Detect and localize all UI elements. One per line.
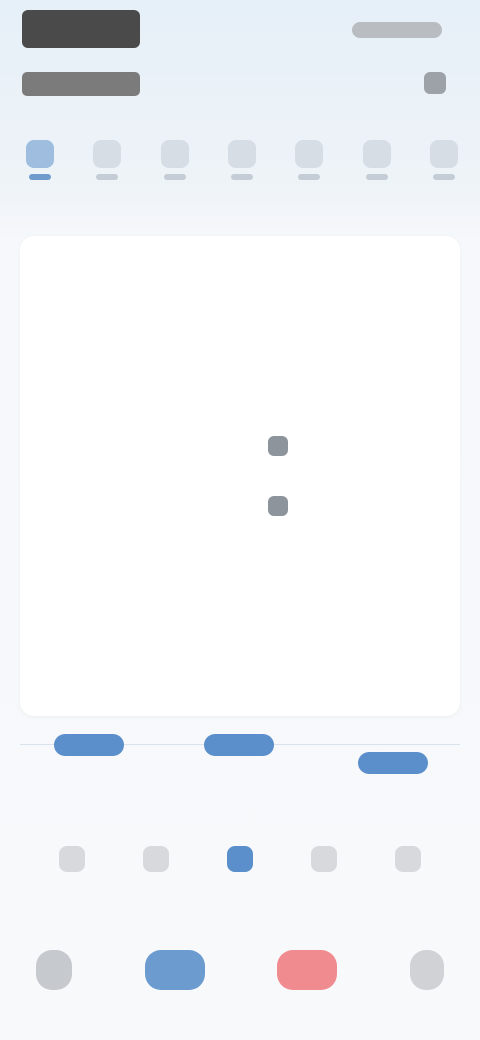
day-3[interactable] (157, 140, 193, 190)
category-tab-5[interactable] (376, 826, 440, 872)
category-tab-3[interactable] (208, 826, 272, 872)
day-7-indicator (432, 174, 455, 180)
category-icon (227, 846, 253, 872)
day-5-indicator (298, 174, 321, 180)
category-tab-4[interactable] (292, 826, 356, 872)
day-2-indicator (96, 174, 119, 180)
legend-icon (268, 496, 288, 516)
day-3-label (160, 140, 189, 168)
category-icon (311, 846, 337, 872)
metric-right (290, 270, 430, 280)
day-5-label (295, 140, 324, 168)
week-selector (22, 140, 462, 190)
summary-card (20, 236, 460, 716)
day-2-label (93, 140, 122, 168)
day-7[interactable] (426, 140, 462, 190)
day-4-indicator (230, 174, 253, 180)
category-icon (59, 846, 85, 872)
timeline-pill-3[interactable] (358, 752, 428, 774)
day-1-label (26, 140, 54, 168)
legend-item-1 (268, 436, 302, 456)
plus-icon[interactable] (144, 950, 205, 990)
profile-icon[interactable] (409, 950, 444, 990)
page-subtitle (22, 72, 140, 96)
day-6-label (362, 140, 391, 168)
day-3-indicator (163, 174, 186, 180)
day-5[interactable] (291, 140, 327, 190)
category-icon (395, 846, 421, 872)
day-7-label (429, 140, 458, 168)
legend-item-2 (268, 496, 302, 516)
category-icon (143, 846, 169, 872)
record-icon[interactable] (277, 950, 338, 990)
timeline (20, 726, 460, 786)
legend-icon (268, 436, 288, 456)
day-1-indicator (29, 174, 51, 180)
day-1[interactable] (22, 140, 58, 190)
page-title (22, 10, 140, 48)
home-icon[interactable] (36, 950, 73, 990)
day-2[interactable] (89, 140, 125, 190)
category-tabs (40, 826, 440, 872)
day-4-label (227, 140, 256, 168)
category-tab-2[interactable] (124, 826, 188, 872)
timeline-pill-2[interactable] (204, 734, 274, 756)
category-tab-1[interactable] (40, 826, 104, 872)
summary-link[interactable] (26, 208, 206, 222)
bottom-nav (0, 940, 480, 1000)
day-6-indicator (365, 174, 388, 180)
day-6[interactable] (359, 140, 395, 190)
metric-left (70, 270, 210, 280)
day-4[interactable] (224, 140, 260, 190)
settings-icon[interactable] (424, 72, 446, 94)
timeline-pill-1[interactable] (54, 734, 124, 756)
header-right-text[interactable] (352, 22, 442, 38)
